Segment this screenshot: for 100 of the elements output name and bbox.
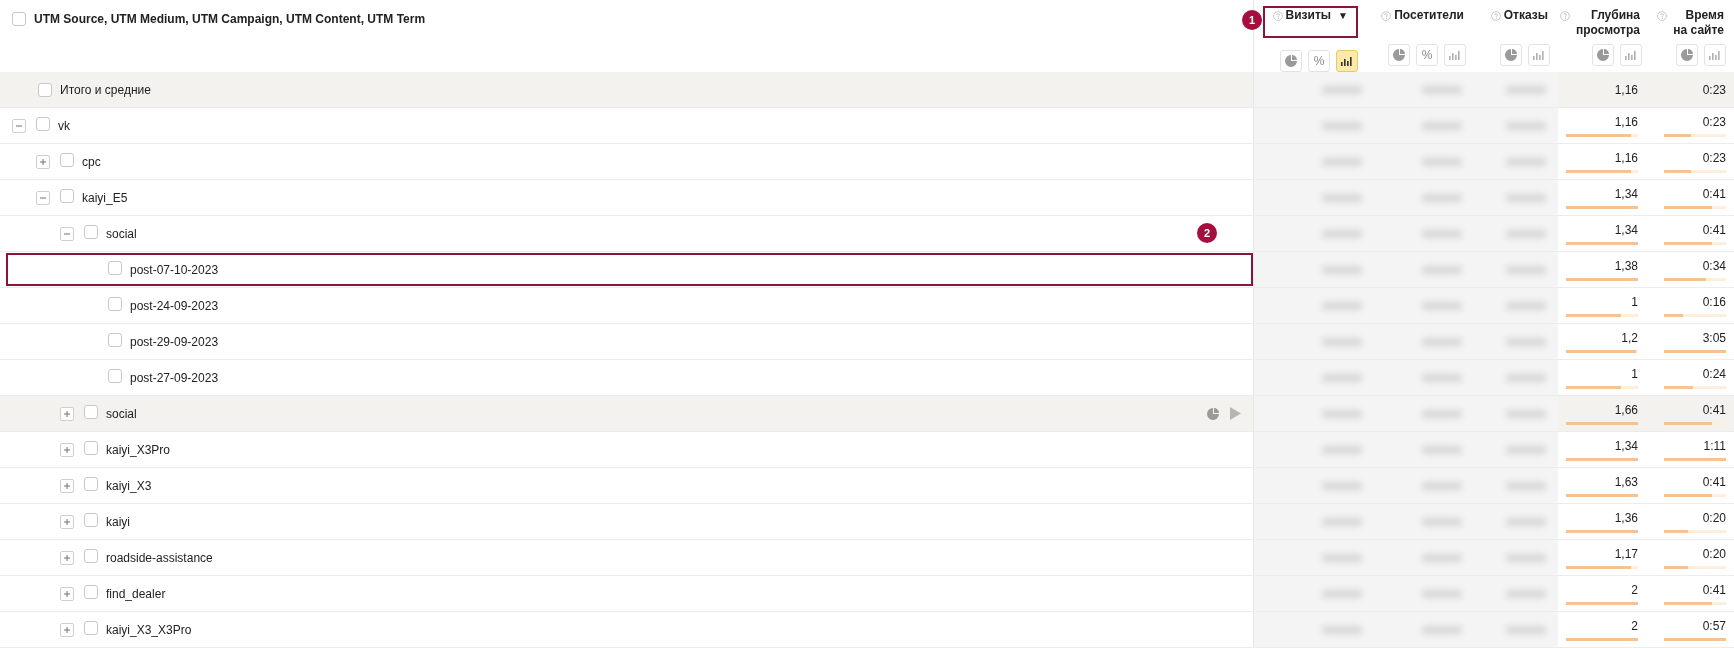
checkbox[interactable] bbox=[36, 116, 50, 131]
row-label[interactable]: roadside-assistance bbox=[106, 548, 213, 567]
table-cell: 0:41 bbox=[1702, 402, 1726, 417]
row-label: Итого и средние bbox=[60, 81, 151, 99]
plus-icon bbox=[63, 589, 71, 598]
collapse-button[interactable] bbox=[60, 226, 74, 241]
checkbox[interactable] bbox=[84, 512, 98, 527]
table-cell: 0:23 bbox=[1702, 114, 1726, 129]
pie-chart-button[interactable] bbox=[1592, 44, 1614, 66]
table-cell: 1,2 bbox=[1621, 330, 1638, 345]
help-icon[interactable] bbox=[1272, 11, 1283, 21]
column-header[interactable]: Время на сайте bbox=[1670, 8, 1724, 38]
pie-chart-icon bbox=[1681, 49, 1693, 61]
table-cell: 1,16 bbox=[1614, 150, 1638, 165]
expand-button[interactable] bbox=[60, 550, 74, 565]
pie-chart-icon bbox=[1505, 49, 1517, 61]
pie-chart-button[interactable] bbox=[1676, 44, 1698, 66]
bar-chart-icon bbox=[1709, 50, 1721, 60]
row-label[interactable]: kaiyi_X3 bbox=[106, 476, 152, 495]
checkbox[interactable] bbox=[60, 188, 74, 203]
table-cell: 0:23 bbox=[1702, 150, 1726, 165]
checkbox[interactable] bbox=[84, 476, 98, 491]
annotation-badge: 1 bbox=[1242, 10, 1262, 30]
expand-button[interactable] bbox=[36, 154, 50, 169]
table-cell: 1,34 bbox=[1614, 186, 1638, 201]
row-label[interactable]: social bbox=[106, 404, 137, 423]
checkbox[interactable] bbox=[108, 368, 122, 383]
checkbox[interactable] bbox=[108, 332, 122, 347]
row-label[interactable]: post-27-09-2023 bbox=[130, 368, 219, 387]
pie-chart-icon bbox=[1207, 407, 1219, 420]
bar-chart-button[interactable] bbox=[1336, 50, 1358, 72]
help-icon[interactable] bbox=[1560, 11, 1570, 21]
table-cell: 1,16 bbox=[1614, 114, 1638, 129]
help-icon[interactable] bbox=[1381, 11, 1392, 21]
checkbox[interactable] bbox=[12, 12, 26, 26]
row-label[interactable]: kaiyi bbox=[106, 512, 130, 531]
table-cell: 0:57 bbox=[1702, 618, 1726, 633]
expand-button[interactable] bbox=[60, 442, 74, 457]
plus-icon bbox=[63, 445, 71, 454]
table-cell: 2 bbox=[1631, 582, 1638, 597]
expand-button[interactable] bbox=[60, 514, 74, 529]
help-icon[interactable] bbox=[1490, 11, 1501, 21]
column-header[interactable]: Глубина просмотра bbox=[1573, 8, 1640, 38]
table-cell: 1 bbox=[1631, 366, 1638, 381]
checkbox[interactable] bbox=[84, 548, 98, 563]
percent-button[interactable]: % bbox=[1416, 44, 1438, 66]
bar-chart-icon bbox=[1625, 50, 1637, 60]
table-cell: 0:16 bbox=[1702, 294, 1726, 309]
plus-icon bbox=[39, 157, 47, 166]
checkbox[interactable] bbox=[84, 440, 98, 455]
checkbox[interactable] bbox=[108, 260, 122, 275]
pie-chart-button[interactable] bbox=[1280, 50, 1302, 72]
row-label[interactable]: kaiyi_X3_X3Pro bbox=[106, 620, 192, 639]
plus-icon bbox=[63, 553, 71, 562]
column-title: UTM Source, UTM Medium, UTM Campaign, UTM Content, UTM Term bbox=[34, 12, 426, 26]
pie-chart-button[interactable] bbox=[1388, 44, 1410, 66]
table-cell: 1,17 bbox=[1614, 546, 1638, 561]
table-cell: 0:41 bbox=[1702, 474, 1726, 489]
checkbox[interactable] bbox=[108, 296, 122, 311]
column-header[interactable]: Посетители bbox=[1394, 8, 1464, 23]
expand-button[interactable] bbox=[60, 622, 74, 637]
column-header[interactable]: Отказы bbox=[1503, 8, 1548, 23]
row-label[interactable]: find_dealer bbox=[106, 584, 166, 603]
annotation-badge: 2 bbox=[1197, 223, 1217, 243]
help-icon[interactable] bbox=[1657, 11, 1667, 21]
checkbox[interactable] bbox=[84, 620, 98, 635]
row-label[interactable]: kaiyi_E5 bbox=[82, 188, 128, 207]
table-cell: 0:24 bbox=[1702, 366, 1726, 381]
collapse-button[interactable] bbox=[36, 190, 50, 205]
expand-button[interactable] bbox=[60, 406, 74, 421]
pie-chart-icon bbox=[1597, 49, 1609, 61]
pie-chart-icon bbox=[1285, 55, 1297, 67]
table-cell: 0:20 bbox=[1702, 510, 1726, 525]
checkbox[interactable] bbox=[38, 82, 52, 97]
percent-button[interactable]: % bbox=[1308, 50, 1330, 72]
table-cell: 3:05 bbox=[1702, 330, 1726, 345]
row-label[interactable]: post-29-09-2023 bbox=[130, 332, 219, 351]
checkbox[interactable] bbox=[84, 224, 98, 239]
table-cell: 0:41 bbox=[1702, 582, 1726, 597]
checkbox[interactable] bbox=[84, 584, 98, 599]
column-header[interactable]: Визиты bbox=[1285, 8, 1332, 23]
collapse-button[interactable] bbox=[12, 118, 26, 133]
table-cell: 1,34 bbox=[1614, 222, 1638, 237]
expand-button[interactable] bbox=[60, 586, 74, 601]
row-label[interactable]: social bbox=[106, 224, 137, 243]
plus-icon bbox=[63, 481, 71, 490]
row-label[interactable]: cpc bbox=[82, 152, 101, 171]
table-cell: 1,34 bbox=[1614, 438, 1638, 453]
row-label[interactable]: post-07-10-2023 bbox=[130, 260, 219, 279]
expand-button[interactable] bbox=[60, 478, 74, 493]
play-icon[interactable] bbox=[1229, 407, 1241, 420]
checkbox[interactable] bbox=[84, 404, 98, 419]
table-cell: 1,36 bbox=[1614, 510, 1638, 525]
sort-indicator[interactable]: ▼ bbox=[1338, 8, 1348, 23]
checkbox[interactable] bbox=[60, 152, 74, 167]
row-label[interactable]: vk bbox=[58, 116, 70, 135]
pie-chart-button[interactable] bbox=[1500, 44, 1522, 66]
row-label[interactable]: post-24-09-2023 bbox=[130, 296, 219, 315]
row-label[interactable]: kaiyi_X3Pro bbox=[106, 440, 171, 459]
table-cell: 2 bbox=[1631, 618, 1638, 633]
